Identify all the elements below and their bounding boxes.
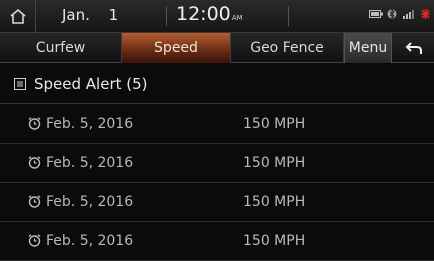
alert-speed: 150 MPH	[243, 194, 306, 210]
speed-alert-header: Speed Alert (5)	[0, 64, 434, 104]
tab-curfew[interactable]: Curfew	[0, 33, 122, 63]
speed-alert-title: Speed Alert (5)	[34, 74, 148, 93]
tab-label: Speed	[154, 40, 198, 56]
alarm-clock-icon	[28, 234, 41, 247]
status-month: Jan.	[62, 6, 90, 24]
home-icon	[9, 8, 26, 24]
speed-alert-list: Feb. 5, 2016 150 MPH Feb. 5, 2016 150 MP…	[0, 105, 434, 261]
alert-date: Feb. 5, 2016	[46, 233, 134, 249]
status-ampm: AM	[231, 14, 243, 22]
bluetooth-icon	[387, 9, 397, 19]
back-icon	[405, 42, 422, 54]
tab-bar: Curfew Speed Geo Fence Menu	[0, 33, 434, 63]
alert-date: Feb. 5, 2016	[46, 194, 134, 210]
list-item[interactable]: Feb. 5, 2016 150 MPH	[0, 105, 434, 144]
menu-label: Menu	[348, 40, 388, 56]
back-button[interactable]	[393, 33, 434, 63]
signal-icon	[403, 9, 414, 19]
status-divider	[166, 6, 167, 26]
menu-button[interactable]: Menu	[344, 33, 392, 63]
status-icons	[369, 9, 430, 19]
alert-date: Feb. 5, 2016	[46, 116, 134, 132]
status-bar: Jan. 1 12:00AM	[0, 0, 434, 33]
status-divider	[288, 6, 289, 26]
tab-speed[interactable]: Speed	[122, 33, 231, 63]
status-day: 1	[108, 6, 119, 24]
alert-icon	[421, 9, 430, 19]
list-item[interactable]: Feb. 5, 2016 150 MPH	[0, 183, 434, 222]
status-clock: 12:00AM	[176, 3, 243, 25]
tab-label: Geo Fence	[250, 40, 324, 56]
alarm-clock-icon	[28, 156, 41, 169]
alert-date: Feb. 5, 2016	[46, 155, 134, 171]
home-button[interactable]	[0, 0, 36, 33]
battery-icon	[369, 10, 383, 18]
alert-speed: 150 MPH	[243, 155, 306, 171]
list-item[interactable]: Feb. 5, 2016 150 MPH	[0, 144, 434, 183]
status-time: 12:00	[176, 3, 231, 25]
alarm-clock-icon	[28, 117, 41, 130]
tab-label: Curfew	[35, 40, 86, 56]
alert-speed: 150 MPH	[243, 116, 306, 132]
alarm-clock-icon	[28, 195, 41, 208]
list-icon	[14, 77, 26, 90]
list-item[interactable]: Feb. 5, 2016 150 MPH	[0, 222, 434, 261]
status-date: Jan. 1	[62, 6, 118, 24]
alert-speed: 150 MPH	[243, 233, 306, 249]
tab-geo-fence[interactable]: Geo Fence	[231, 33, 344, 63]
